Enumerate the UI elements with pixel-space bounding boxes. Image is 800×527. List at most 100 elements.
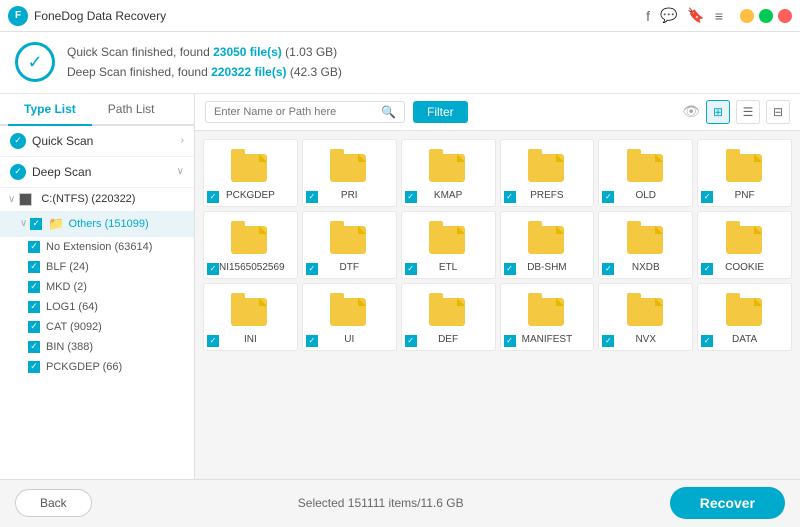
sub-items-container: ✓ No Extension (63614) ✓ BLF (24) ✓ MKD …	[0, 237, 194, 377]
minimize-button[interactable]	[740, 9, 754, 23]
others-checkbox[interactable]: ✓	[30, 218, 42, 230]
maximize-button[interactable]	[759, 9, 773, 23]
file-name: PNF	[735, 190, 755, 202]
file-name: ETL	[439, 262, 457, 274]
scan-info: Quick Scan finished, found 23050 file(s)…	[67, 42, 342, 83]
file-checkbox[interactable]: ✓	[602, 263, 614, 275]
back-button[interactable]: Back	[15, 489, 92, 517]
file-checkbox[interactable]: ✓	[405, 191, 417, 203]
chat-icon[interactable]: 💬	[660, 7, 677, 24]
close-button[interactable]	[778, 9, 792, 23]
grid-view-button[interactable]: ⊞	[706, 100, 730, 124]
sub-item-checkbox[interactable]: ✓	[28, 301, 40, 313]
sub-item-checkbox[interactable]: ✓	[28, 341, 40, 353]
bottom-bar: Back Selected 151111 items/11.6 GB Recov…	[0, 479, 800, 527]
file-item[interactable]: PNF ✓	[697, 139, 792, 207]
file-item[interactable]: DATA ✓	[697, 283, 792, 351]
sub-item-checkbox[interactable]: ✓	[28, 361, 40, 373]
file-checkbox[interactable]: ✓	[207, 335, 219, 347]
file-item[interactable]: PCKGDEP ✓	[203, 139, 298, 207]
file-item[interactable]: KMAP ✓	[401, 139, 496, 207]
sidebar-item-drive[interactable]: ∨ C:(NTFS) (220322)	[0, 188, 194, 211]
file-item[interactable]: DB-SHM ✓	[500, 211, 595, 279]
folder-icon	[429, 292, 467, 330]
folder-icon	[429, 220, 467, 258]
file-item[interactable]: DTF ✓	[302, 211, 397, 279]
quick-scan-info: Quick Scan finished, found 23050 file(s)…	[67, 42, 342, 62]
sub-item-label: PCKGDEP (66)	[46, 361, 122, 373]
file-name: UI	[344, 334, 354, 346]
folder-icon	[231, 148, 269, 186]
file-item[interactable]: PREFS ✓	[500, 139, 595, 207]
sidebar-sub-item[interactable]: ✓ BLF (24)	[0, 257, 194, 277]
detail-view-button[interactable]: ⊟	[766, 100, 790, 124]
file-item[interactable]: INI1565052569 ✓	[203, 211, 298, 279]
file-item[interactable]: PRI ✓	[302, 139, 397, 207]
file-item[interactable]: COOKIE ✓	[697, 211, 792, 279]
file-checkbox[interactable]: ✓	[306, 335, 318, 347]
sidebar-sub-item[interactable]: ✓ No Extension (63614)	[0, 237, 194, 257]
file-item[interactable]: ETL ✓	[401, 211, 496, 279]
file-name: MANIFEST	[522, 334, 573, 346]
sub-item-checkbox[interactable]: ✓	[28, 261, 40, 273]
sub-item-label: BLF (24)	[46, 261, 89, 273]
file-item[interactable]: NVX ✓	[598, 283, 693, 351]
sidebar-sub-item[interactable]: ✓ BIN (388)	[0, 337, 194, 357]
bookmark-icon[interactable]: 🔖	[687, 7, 704, 24]
facebook-icon[interactable]: f	[646, 8, 650, 24]
file-item[interactable]: INI ✓	[203, 283, 298, 351]
file-item[interactable]: DEF ✓	[401, 283, 496, 351]
file-checkbox[interactable]: ✓	[306, 191, 318, 203]
file-checkbox[interactable]: ✓	[405, 263, 417, 275]
search-icon: 🔍	[381, 105, 396, 119]
file-checkbox[interactable]: ✓	[207, 191, 219, 203]
file-checkbox[interactable]: ✓	[504, 191, 516, 203]
folder-icon	[231, 292, 269, 330]
file-item[interactable]: OLD ✓	[598, 139, 693, 207]
search-box[interactable]: 🔍	[205, 101, 405, 123]
file-checkbox[interactable]: ✓	[602, 335, 614, 347]
file-checkbox[interactable]: ✓	[504, 263, 516, 275]
file-item[interactable]: MANIFEST ✓	[500, 283, 595, 351]
sidebar: Type List Path List ✓ Quick Scan › ✓ Dee…	[0, 94, 195, 479]
sidebar-item-others[interactable]: ∨ ✓ 📁 Others (151099)	[0, 211, 194, 237]
file-checkbox[interactable]: ✓	[701, 191, 713, 203]
folder-icon	[627, 148, 665, 186]
search-input[interactable]	[214, 106, 381, 118]
eye-icon[interactable]: 👁	[682, 103, 700, 120]
file-checkbox[interactable]: ✓	[405, 335, 417, 347]
folder-icon	[726, 220, 764, 258]
file-grid: PCKGDEP ✓ PRI ✓ KMAP ✓ PREFS ✓	[195, 131, 800, 479]
file-item[interactable]: UI ✓	[302, 283, 397, 351]
sub-item-checkbox[interactable]: ✓	[28, 241, 40, 253]
sub-item-label: No Extension (63614)	[46, 241, 152, 253]
toolbar: 🔍 Filter 👁 ⊞ ☰ ⊟	[195, 94, 800, 131]
file-name: COOKIE	[725, 262, 764, 274]
sidebar-item-deep-scan[interactable]: ✓ Deep Scan ∨	[0, 157, 194, 188]
tab-type-list[interactable]: Type List	[8, 94, 92, 126]
file-checkbox[interactable]: ✓	[207, 263, 219, 275]
filter-button[interactable]: Filter	[413, 101, 468, 123]
tab-path-list[interactable]: Path List	[92, 94, 171, 126]
file-checkbox[interactable]: ✓	[504, 335, 516, 347]
sidebar-sub-item[interactable]: ✓ CAT (9092)	[0, 317, 194, 337]
app-title: FoneDog Data Recovery	[34, 9, 646, 23]
folder-icon	[528, 148, 566, 186]
recover-button[interactable]: Recover	[670, 487, 785, 519]
sidebar-sub-item[interactable]: ✓ PCKGDEP (66)	[0, 357, 194, 377]
folder-icon	[330, 292, 368, 330]
file-checkbox[interactable]: ✓	[306, 263, 318, 275]
sidebar-sub-item[interactable]: ✓ LOG1 (64)	[0, 297, 194, 317]
sidebar-item-quick-scan[interactable]: ✓ Quick Scan ›	[0, 126, 194, 157]
sub-item-checkbox[interactable]: ✓	[28, 281, 40, 293]
menu-icon[interactable]: ≡	[715, 8, 723, 24]
list-view-button[interactable]: ☰	[736, 100, 760, 124]
sidebar-sub-item[interactable]: ✓ MKD (2)	[0, 277, 194, 297]
drive-checkbox[interactable]	[19, 193, 32, 206]
sub-item-checkbox[interactable]: ✓	[28, 321, 40, 333]
sub-item-label: LOG1 (64)	[46, 301, 98, 313]
file-item[interactable]: NXDB ✓	[598, 211, 693, 279]
file-checkbox[interactable]: ✓	[701, 335, 713, 347]
file-checkbox[interactable]: ✓	[602, 191, 614, 203]
file-checkbox[interactable]: ✓	[701, 263, 713, 275]
